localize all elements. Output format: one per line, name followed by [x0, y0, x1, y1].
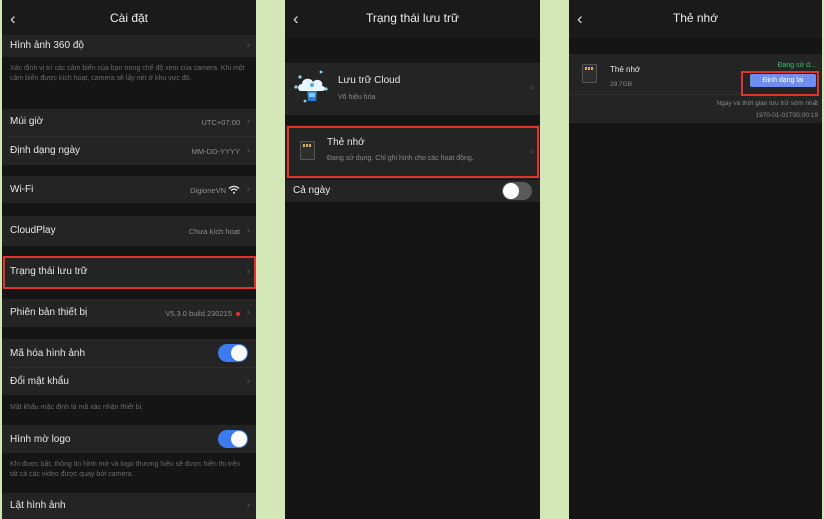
card-size: 29.7GB [610, 81, 633, 88]
highlight-box [287, 126, 539, 178]
update-dot-icon [236, 312, 240, 317]
storage-status-screen: ‹ Trạng thái lưu trữ Lưu trữ Cloud Vô hi… [285, 0, 540, 519]
card-name: Thẻ nhớ [610, 65, 641, 74]
chevron-right-icon: › [246, 40, 250, 51]
highlight-box [741, 71, 819, 96]
date-format-value: MM-DD-YYYY [191, 147, 240, 156]
chevron-right-icon: › [246, 376, 250, 387]
row-watermark-logo: Hình mờ logo [2, 425, 256, 453]
watermark-note: Khi được bật, thông tin hình mờ và logo … [10, 461, 241, 478]
chevron-right-icon: › [246, 307, 250, 318]
chevron-right-icon: › [246, 116, 250, 127]
memory-card-header: ‹ Thẻ nhớ [569, 0, 822, 38]
password-note: Mật khẩu mặc định là mã xác nhận thiết b… [10, 404, 144, 411]
row-cloudplay[interactable]: CloudPlay Chưa kích hoạt › [2, 216, 256, 246]
group-security: Mã hóa hình ảnh Đổi mật khẩu › [2, 339, 256, 395]
row-encrypt: Mã hóa hình ảnh [2, 339, 256, 367]
image-360-note: Xác định vị trí các cảm biến của bạn tro… [10, 65, 245, 82]
encrypt-toggle[interactable] [218, 344, 248, 362]
row-label: Lật hình ảnh [10, 500, 66, 511]
wifi-value: DigioneVN [190, 186, 226, 195]
cloud-storage-icon [294, 70, 328, 103]
wifi-icon [228, 185, 240, 194]
all-day-toggle[interactable] [502, 182, 532, 200]
row-image-360[interactable]: Hình ảnh 360 độ › [2, 35, 256, 57]
chevron-right-icon: › [246, 500, 250, 511]
row-label: Hình ảnh 360 độ [10, 40, 84, 51]
settings-screen: ‹ Cài đặt Hình ảnh 360 độ › Xác định vị … [2, 0, 256, 519]
row-label: CloudPlay [10, 225, 56, 236]
row-timezone[interactable]: Múi giờ UTC+07:00 › [2, 109, 256, 136]
memory-card-screen: ‹ Thẻ nhớ Thẻ nhớ 29.7GB Đang sử d... Đị… [569, 0, 822, 519]
firmware-value: V5.3.0 build 230215 [165, 309, 240, 318]
row-label: Đổi mật khẩu [10, 376, 69, 387]
settings-header: ‹ Cài đặt [2, 0, 256, 38]
storage-header: ‹ Trạng thái lưu trữ [285, 0, 540, 38]
cloudplay-value: Chưa kích hoạt [188, 227, 240, 236]
row-label: Mã hóa hình ảnh [10, 348, 86, 359]
chevron-right-icon: › [246, 145, 250, 156]
row-flip-image[interactable]: Lật hình ảnh › [2, 493, 256, 519]
watermark-toggle[interactable] [218, 430, 248, 448]
chevron-right-icon: › [530, 82, 534, 93]
row-firmware[interactable]: Phiên bản thiết bị V5.3.0 build 230215 › [2, 299, 256, 327]
row-all-day: Cả ngày [285, 180, 540, 202]
row-label: Wi-Fi [10, 184, 34, 195]
row-change-password[interactable]: Đổi mật khẩu › [2, 368, 256, 395]
group-time: Múi giờ UTC+07:00 › Định dạng ngày MM-DD… [2, 109, 256, 165]
timezone-value: UTC+07:00 [201, 118, 240, 127]
row-label: Múi giờ [10, 116, 44, 127]
page-title: Trạng thái lưu trữ [366, 11, 459, 25]
sd-card-icon [582, 64, 597, 83]
row-label: Định dạng ngày [10, 145, 81, 156]
highlight-box [3, 256, 256, 289]
page-title: Cài đặt [109, 11, 149, 25]
earliest-value: 1970-01-01T00:00:19 [755, 112, 818, 119]
card-status: Đang sử d... [777, 62, 816, 69]
row-date-format[interactable]: Định dạng ngày MM-DD-YYYY › [2, 137, 256, 165]
row-label: Hình mờ logo [10, 434, 71, 445]
row-cloud-storage[interactable]: Lưu trữ Cloud Vô hiệu hóa › [285, 63, 540, 115]
earliest-label: Ngày và thời gian lưu trữ sớm nhất [716, 100, 818, 107]
chevron-right-icon: › [246, 184, 250, 195]
page-title: Thẻ nhớ [672, 11, 719, 25]
row-sublabel: Vô hiệu hóa [338, 94, 376, 101]
row-label: Cả ngày [293, 185, 331, 196]
row-label: Phiên bản thiết bị [10, 307, 88, 318]
row-wifi[interactable]: Wi-Fi DigioneVN › [2, 176, 256, 203]
row-label: Lưu trữ Cloud [338, 75, 401, 86]
chevron-right-icon: › [246, 225, 250, 236]
